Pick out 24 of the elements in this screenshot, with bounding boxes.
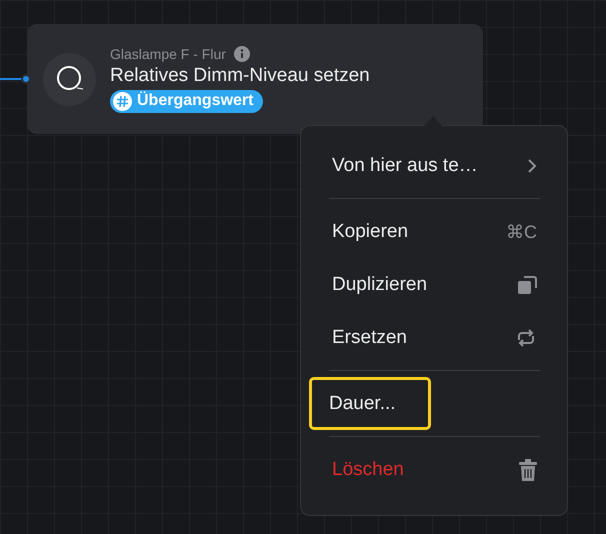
tag-label: Übergangswert: [137, 92, 254, 110]
hash-icon: [113, 92, 132, 110]
menu-item-label: Ersetzen: [332, 326, 407, 348]
menu-item[interactable]: Von hier aus te…: [309, 139, 540, 192]
shortcut-label: ⌘C: [506, 220, 537, 242]
menu-item[interactable]: Duplizieren: [309, 258, 540, 311]
chevron-right-icon: [527, 158, 537, 174]
trash-icon: [519, 458, 537, 480]
menu-item-label: Dauer...: [329, 392, 396, 414]
info-icon[interactable]: [234, 46, 250, 62]
device-name: Glaslampe F - Flur: [110, 46, 226, 62]
menu-item[interactable]: Dauer...: [309, 377, 431, 430]
menu-item[interactable]: Ersetzen: [309, 311, 540, 364]
swap-arrows-icon: [515, 328, 537, 348]
menu-item-label: Von hier aus te…: [332, 154, 478, 176]
connection-port[interactable]: [21, 74, 31, 84]
node-card[interactable]: Glaslampe F - Flur Relatives Dimm-Niveau setzen Übergangswert: [27, 24, 483, 134]
duplicate-icon: [517, 274, 537, 294]
menu-item-label: Duplizieren: [332, 274, 428, 296]
menu-item-label: Löschen: [332, 458, 404, 480]
connection-wire: [0, 78, 24, 80]
action-title: Relatives Dimm-Niveau setzen: [110, 64, 370, 86]
menu-item-label: Kopieren: [332, 220, 408, 242]
menu-item[interactable]: Kopieren ⌘C: [309, 205, 540, 258]
